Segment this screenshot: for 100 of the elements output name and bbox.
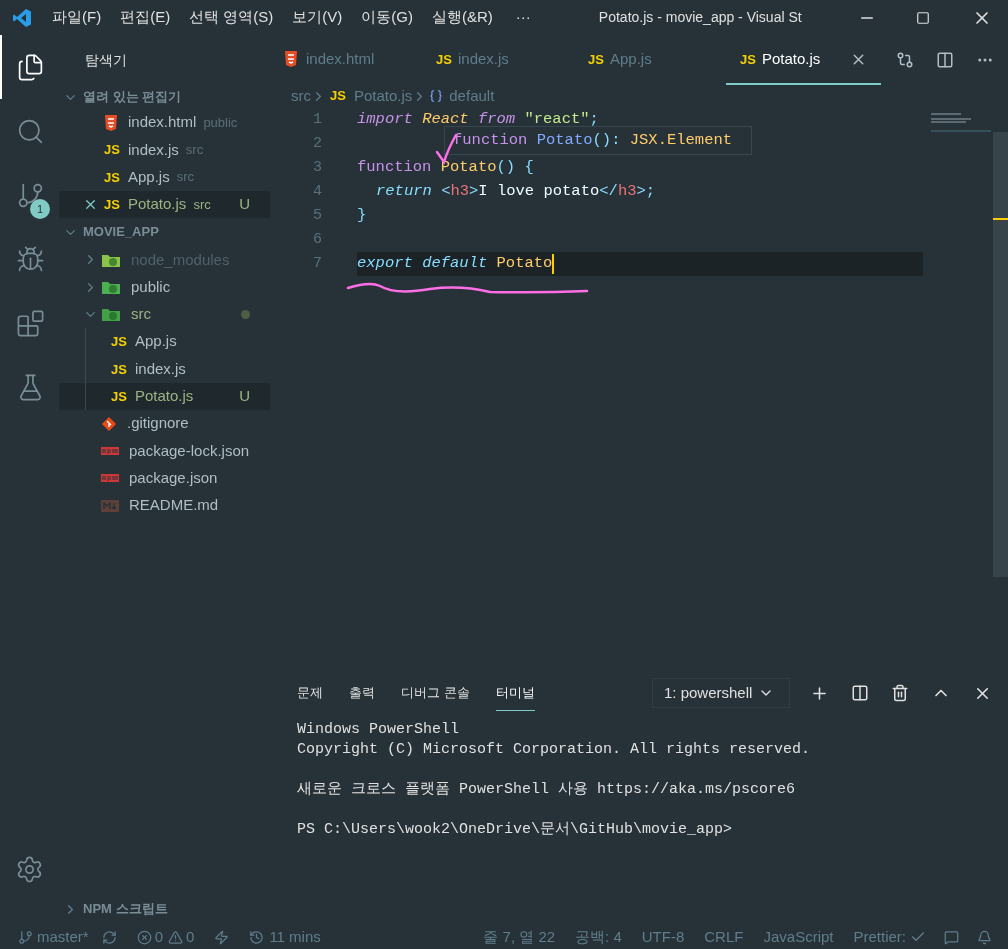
js-file-icon: JS xyxy=(330,86,346,106)
file-name: src xyxy=(131,304,151,325)
panel-tab[interactable]: 터미널 xyxy=(495,674,535,712)
folder-hint: src xyxy=(193,195,211,214)
npm-icon xyxy=(101,446,119,455)
tree-item[interactable]: package-lock.json xyxy=(59,437,270,465)
section-header[interactable]: 열려 있는 편집기 xyxy=(59,85,270,109)
tree-item[interactable]: public xyxy=(59,273,270,301)
tree-item[interactable]: package.json xyxy=(59,464,270,492)
file-name: package-lock.json xyxy=(129,440,250,461)
compare-icon[interactable] xyxy=(896,51,914,69)
file-name: index.html xyxy=(128,112,197,133)
js-file-icon: JS xyxy=(104,170,122,184)
section-header[interactable]: NPM 스크립트 xyxy=(59,896,270,922)
file-name: index.js xyxy=(128,139,179,160)
tree-item[interactable]: JS Potato.js U xyxy=(59,382,270,410)
js-file-icon: JS xyxy=(436,52,454,66)
tree-item[interactable]: src xyxy=(59,300,270,329)
app-logo xyxy=(12,7,32,28)
section-title: 열려 있는 편집기 xyxy=(83,88,182,107)
code-line: function Potato() { xyxy=(357,157,535,179)
file-name: Potato.js xyxy=(128,194,187,215)
tab-label: Potato.js xyxy=(762,48,821,69)
open-editor-item[interactable]: JS index.js src xyxy=(59,136,270,164)
open-editor-item[interactable]: JS App.js src xyxy=(59,163,270,191)
terminal-line: 새로운 크로스 플랫폼 PowerShell 사용 https://aka.ms/pscore6 xyxy=(297,780,797,800)
menu-item[interactable]: 실행(&R) xyxy=(432,6,493,29)
split-editor-icon[interactable] xyxy=(936,51,954,69)
code-line: return <h3>I love potato</h3>; xyxy=(375,181,657,203)
sidebar-title: 탐색기 xyxy=(85,50,127,70)
terminal-select[interactable]: 1: powershell xyxy=(652,678,790,708)
symbol-icon xyxy=(429,89,444,103)
html-file-icon xyxy=(104,114,118,131)
line-number: 5 xyxy=(312,205,322,226)
minimap xyxy=(931,113,991,133)
file-name: .gitignore xyxy=(127,413,189,434)
window-title: Potato.js - movie_app - Visual St xyxy=(598,8,802,27)
file-name: App.js xyxy=(135,331,177,352)
terminal-line: Windows PowerShell xyxy=(297,720,461,740)
count-badge: 1 xyxy=(30,199,50,219)
settings-icon[interactable] xyxy=(15,855,44,884)
file-name: Potato.js xyxy=(135,386,194,407)
tree-item[interactable]: JS App.js xyxy=(59,328,270,356)
bell-icon[interactable] xyxy=(977,929,992,945)
menu-item[interactable]: 선택 영역(S) xyxy=(189,6,274,29)
menu-item[interactable]: 보기(V) xyxy=(292,6,343,29)
open-editor-item[interactable]: JS Potato.js src U xyxy=(59,190,270,219)
explorer-icon xyxy=(16,52,45,82)
tab-label: index.js xyxy=(458,48,509,69)
history-icon xyxy=(249,929,265,945)
js-file-icon: JS xyxy=(111,335,129,349)
tree-item[interactable]: JS index.js xyxy=(59,355,270,383)
split-icon[interactable] xyxy=(851,684,869,702)
tree-item[interactable]: .gitignore xyxy=(59,409,270,438)
file-name: App.js xyxy=(128,167,170,187)
trash-icon[interactable] xyxy=(891,684,909,702)
file-name: package.json xyxy=(129,467,218,488)
tree-item[interactable]: README.md xyxy=(59,491,270,520)
panel-tab[interactable]: 문제 xyxy=(297,674,323,712)
feedback-icon[interactable] xyxy=(944,929,959,945)
markdown-icon xyxy=(101,499,119,512)
tab-label: App.js xyxy=(610,48,652,69)
html-file-icon xyxy=(284,51,298,67)
panel-tab[interactable]: 출력 xyxy=(349,674,375,712)
more-menu[interactable]: ··· xyxy=(515,6,531,29)
status-letter: U xyxy=(239,386,250,407)
error-icon xyxy=(136,929,152,945)
js-file-icon: JS xyxy=(740,52,758,66)
activity-button[interactable]: 1 xyxy=(0,163,59,227)
lightning-icon[interactable] xyxy=(214,929,230,945)
branch-icon xyxy=(18,929,33,945)
npm-icon xyxy=(101,474,119,483)
file-name: README.md xyxy=(129,495,219,516)
js-file-icon: JS xyxy=(104,198,122,212)
text-cursor xyxy=(552,254,555,274)
js-file-icon: JS xyxy=(111,362,129,376)
editor-tab[interactable]: JS index.js xyxy=(422,35,574,85)
file-name: index.js xyxy=(135,358,186,379)
file-name: public xyxy=(131,276,171,297)
js-file-icon: JS xyxy=(588,52,606,66)
scrollbar[interactable] xyxy=(993,132,1008,577)
menu-item[interactable]: 편집(E) xyxy=(120,6,171,29)
open-editor-item[interactable]: index.html public xyxy=(59,109,270,137)
editor-tab[interactable]: JS Potato.js xyxy=(726,35,881,85)
js-file-icon: JS xyxy=(111,389,129,403)
maximize-icon[interactable] xyxy=(916,10,930,25)
section-header[interactable]: MOVIE_APP xyxy=(59,218,270,247)
menu-item[interactable]: 이동(G) xyxy=(361,6,413,29)
section-title: MOVIE_APP xyxy=(83,223,159,242)
code-line: } xyxy=(357,205,368,227)
folder-hint: src xyxy=(176,168,195,187)
folder-icon xyxy=(101,306,121,323)
section-title: NPM 스크립트 xyxy=(83,900,168,919)
editor-tab[interactable]: JS App.js xyxy=(574,35,726,85)
extensions-icon xyxy=(16,308,45,338)
sync-icon[interactable] xyxy=(101,929,117,945)
panel-tab[interactable]: 디버그 콘솔 xyxy=(401,674,470,712)
menu-item[interactable]: 파일(F) xyxy=(52,6,102,29)
line-number: 2 xyxy=(312,133,322,154)
line-number: 7 xyxy=(312,253,322,274)
